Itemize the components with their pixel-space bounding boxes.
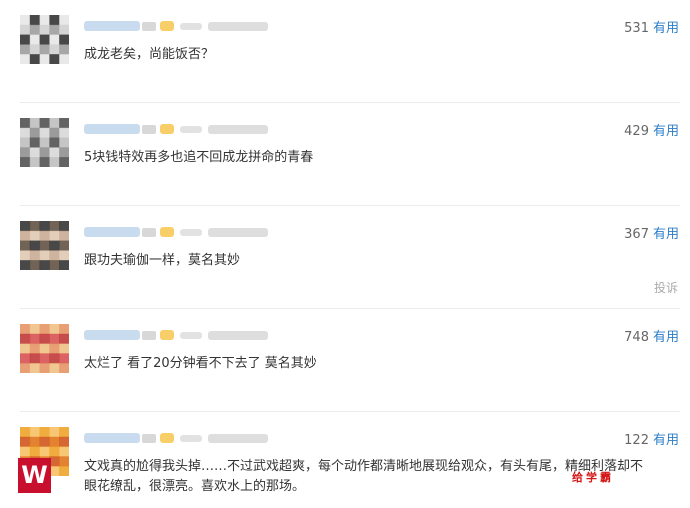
comment-item: 跟功夫瑜伽一样，莫名其妙 367 有用投诉 — [0, 206, 690, 309]
vote-widget: 429 有用 — [624, 124, 679, 140]
report-link[interactable]: 投诉 — [654, 279, 678, 296]
user-avatar[interactable] — [20, 221, 69, 270]
vote-widget: 748 有用 — [624, 330, 679, 346]
blurred-user-meta — [84, 225, 284, 239]
blurred-user-meta — [84, 328, 284, 342]
pixelated-avatar-icon — [20, 221, 69, 270]
vote-widget: 531 有用 — [624, 21, 679, 37]
comment-text: 太烂了 看了20分钟看不下去了 莫名其妙 — [84, 356, 317, 371]
comment-text: 5块钱特效再多也追不回成龙拼命的青春 — [84, 150, 314, 165]
vote-widget: 122 有用 — [624, 433, 679, 449]
user-avatar[interactable] — [20, 324, 69, 373]
vote-count: 748 — [624, 330, 649, 345]
blurred-user-meta — [84, 122, 284, 136]
comment-text: 文戏真的尬得我头掉……不过武戏超爽，每个动作都清晰地展现给观众，有头有尾，精细利… — [84, 459, 644, 494]
watermark-logo: W — [18, 458, 51, 493]
pixelated-avatar-icon — [20, 324, 69, 373]
useful-button[interactable]: 有用 — [653, 433, 679, 448]
vote-count: 367 — [624, 227, 649, 242]
comment-item: 5块钱特效再多也追不回成龙拼命的青春 429 有用 — [0, 103, 690, 206]
comment-item: 太烂了 看了20分钟看不下去了 莫名其妙 748 有用 — [0, 309, 690, 412]
vote-widget: 367 有用 — [624, 227, 679, 243]
comment-item: 文戏真的尬得我头掉……不过武戏超爽，每个动作都清晰地展现给观众，有头有尾，精细利… — [0, 412, 690, 508]
vote-count: 122 — [624, 433, 649, 448]
watermark-text: 给学霸 — [572, 471, 614, 484]
comment-text: 跟功夫瑜伽一样，莫名其妙 — [84, 253, 241, 268]
vote-count: 429 — [624, 124, 649, 139]
useful-button[interactable]: 有用 — [653, 21, 679, 36]
useful-button[interactable]: 有用 — [653, 227, 679, 242]
blurred-user-meta — [84, 431, 284, 445]
vote-count: 531 — [624, 21, 649, 36]
user-avatar[interactable] — [20, 118, 69, 167]
pixelated-avatar-icon — [20, 118, 69, 167]
comment-item: 成龙老矣，尚能饭否？ 531 有用 — [0, 0, 690, 103]
user-avatar[interactable] — [20, 15, 69, 64]
useful-button[interactable]: 有用 — [653, 124, 679, 139]
useful-button[interactable]: 有用 — [653, 330, 679, 345]
pixelated-avatar-icon — [20, 15, 69, 64]
comment-text: 成龙老矣，尚能饭否？ — [84, 47, 215, 62]
blurred-user-meta — [84, 19, 284, 33]
